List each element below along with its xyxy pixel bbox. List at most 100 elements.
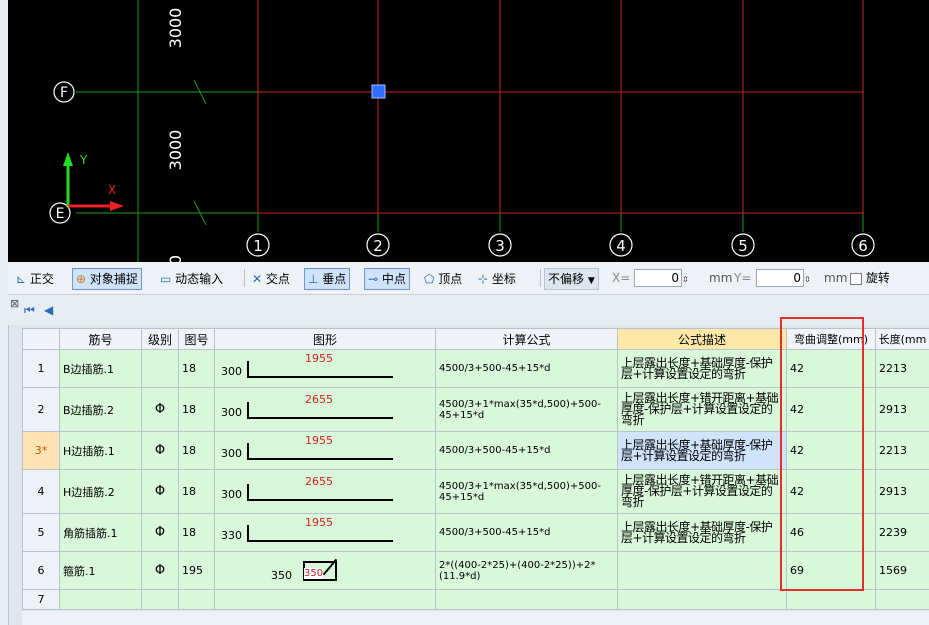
cell-description[interactable]: 上层露出长度+错开距离+基础厚度-保护层+计算设置设定的弯折 (617, 469, 787, 514)
cell-shape[interactable]: 300 1955 (214, 349, 436, 388)
cell-grade[interactable]: Φ (141, 551, 179, 590)
cell-figure-no[interactable]: 18 (178, 387, 215, 432)
row-index[interactable]: 4 (22, 469, 60, 514)
cell-formula[interactable]: 4500/3+1*max(35*d,500)+500-45+15*d (435, 387, 618, 432)
cell-length[interactable]: 2913 (875, 469, 929, 514)
cell-figure-no[interactable]: 18 (178, 513, 215, 552)
cell-length[interactable]: 2213 (875, 431, 929, 470)
cell-rebar-name[interactable] (59, 589, 142, 610)
cell-description[interactable] (617, 551, 787, 590)
cell-bend-adjust[interactable] (786, 589, 876, 610)
cell-description[interactable]: 上层露出长度+错开距离+基础厚度-保护层+计算设置设定的弯折 (617, 387, 787, 432)
rotate-checkbox-wrap[interactable]: 旋转 (850, 268, 890, 288)
cell-shape[interactable]: 350 350 (214, 551, 436, 590)
cell-length[interactable]: 2913 (875, 387, 929, 432)
row-index[interactable]: 3* (22, 431, 60, 470)
col-header-name[interactable]: 筋号 (59, 328, 142, 350)
shape-inner-dim: 350 (304, 567, 324, 579)
highlight-annotation-box (780, 317, 864, 591)
shape-hook-line (247, 483, 249, 500)
rotate-checkbox[interactable] (850, 272, 862, 285)
col-header-grade[interactable]: 级别 (141, 328, 179, 350)
shape-main-line (247, 498, 393, 501)
rebar-shape-l: 300 1955 (216, 351, 435, 387)
cell-formula[interactable] (435, 589, 618, 610)
cell-formula[interactable]: 4500/3+500-45+15*d (435, 349, 618, 388)
cell-description[interactable]: 上层露出长度+基础厚度-保护层+计算设置设定的弯折 (617, 349, 787, 388)
cell-rebar-name[interactable]: 角筋插筋.1 (59, 513, 142, 552)
cell-shape[interactable]: 330 1955 (214, 513, 436, 552)
grid-drawing: 3000 3000 0 F E 1 2 3 4 5 6 Y X (49, 0, 875, 262)
cell-rebar-name[interactable]: 箍筋.1 (59, 551, 142, 590)
cell-figure-no[interactable]: 18 (178, 431, 215, 470)
cell-description[interactable]: 上层露出长度+基础厚度-保护层+计算设置设定的弯折 (617, 431, 787, 470)
rebar-shape-l: 300 2655 (216, 392, 435, 428)
cell-length[interactable] (875, 589, 929, 610)
cell-rebar-name[interactable]: B边插筋.2 (59, 387, 142, 432)
object-snap-button[interactable]: ⊕ 对象捕捉 (72, 268, 142, 290)
cell-grade[interactable]: Φ (141, 431, 179, 470)
vertex-snap-button[interactable]: ⬠ 顶点 (420, 268, 466, 290)
cell-shape[interactable] (214, 589, 436, 610)
intersection-snap-button[interactable]: ✕ 交点 (248, 268, 294, 290)
cell-length[interactable]: 2213 (875, 349, 929, 388)
x-coordinate-input[interactable] (634, 269, 682, 287)
first-record-icon[interactable]: ⏮ (24, 303, 35, 318)
cell-formula[interactable]: 4500/3+500-45+15*d (435, 513, 618, 552)
cell-grade[interactable] (141, 349, 179, 388)
x-spinner-icon[interactable]: ⇳ (682, 275, 689, 284)
col-header-shape[interactable]: 图形 (214, 328, 436, 350)
cell-figure-no[interactable]: 18 (178, 349, 215, 388)
row-index[interactable]: 5 (22, 513, 60, 552)
cell-formula[interactable]: 4500/3+1*max(35*d,500)+500-45+15*d (435, 469, 618, 514)
cell-grade[interactable]: Φ (141, 387, 179, 432)
row-index[interactable]: 1 (22, 349, 60, 388)
cell-length[interactable]: 1569 (875, 551, 929, 590)
y-coordinate-input[interactable] (756, 269, 804, 287)
cell-shape[interactable]: 300 1955 (214, 431, 436, 470)
rebar-shape-l: 300 2655 (216, 474, 435, 510)
cell-rebar-name[interactable]: H边插筋.1 (59, 431, 142, 470)
cell-rebar-name[interactable]: H边插筋.2 (59, 469, 142, 514)
row-index[interactable]: 7 (22, 589, 60, 610)
drawing-canvas[interactable]: 3000 3000 0 F E 1 2 3 4 5 6 Y X (8, 0, 929, 262)
cell-shape[interactable]: 300 2655 (214, 387, 436, 432)
y-label: Y= (734, 271, 752, 285)
perpendicular-snap-button[interactable]: ⊥ 垂点 (304, 268, 351, 290)
dynamic-input-button[interactable]: ▭ 动态输入 (156, 268, 227, 290)
offset-dropdown[interactable]: 不偏移 ▼ (544, 268, 599, 290)
midpoint-snap-button[interactable]: ⊸ 中点 (364, 268, 410, 290)
object-snap-icon: ⊕ (76, 272, 87, 286)
col-header-formula[interactable]: 计算公式 (435, 328, 618, 350)
shape-left-dim: 300 (221, 364, 242, 378)
ortho-button[interactable]: ⊾ 正交 (12, 268, 58, 290)
table-menu-icon[interactable]: ⊠ (10, 297, 19, 310)
cell-grade[interactable] (141, 589, 179, 610)
col-header-figure-no[interactable]: 图号 (178, 328, 215, 350)
col-header-description[interactable]: 公式描述 (617, 328, 787, 350)
selected-point-marker (371, 84, 386, 99)
cell-formula[interactable]: 2*((400-2*25)+(400-2*25))+2*(11.9*d) (435, 551, 618, 590)
row-index[interactable]: 6 (22, 551, 60, 590)
table-row[interactable]: 7 (22, 589, 929, 610)
cell-rebar-name[interactable]: B边插筋.1 (59, 349, 142, 388)
cell-grade[interactable]: Φ (141, 513, 179, 552)
grid-col-label-3: 3 (495, 237, 505, 255)
cell-figure-no[interactable]: 18 (178, 469, 215, 514)
x-input-wrap: ⇳ (634, 268, 689, 288)
cell-grade[interactable]: Φ (141, 469, 179, 514)
cell-shape[interactable]: 300 2655 (214, 469, 436, 514)
cell-length[interactable]: 2239 (875, 513, 929, 552)
y-spinner-icon[interactable]: ⇳ (804, 275, 811, 284)
coordinate-snap-button[interactable]: ⊹ 坐标 (474, 268, 520, 290)
grid-col-label-6: 6 (858, 237, 868, 255)
cell-figure-no[interactable]: 195 (178, 551, 215, 590)
col-header-length[interactable]: 长度(mm (875, 328, 929, 350)
prev-record-icon[interactable]: ◀ (44, 303, 53, 317)
cell-figure-no[interactable] (178, 589, 215, 610)
cell-description[interactable] (617, 589, 787, 610)
row-index[interactable]: 2 (22, 387, 60, 432)
cell-description[interactable]: 上层露出长度+基础厚度-保护层+计算设置设定的弯折 (617, 513, 787, 552)
cell-formula[interactable]: 4500/3+500-45+15*d (435, 431, 618, 470)
y-unit: mm (824, 271, 848, 285)
